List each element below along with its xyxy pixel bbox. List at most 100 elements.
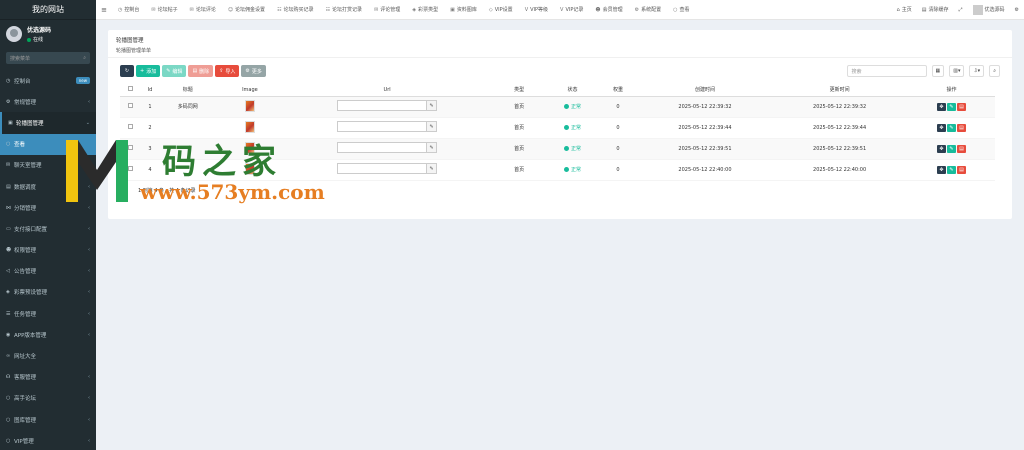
row-edit-button[interactable]: ✎: [946, 123, 956, 132]
sidebar-item[interactable]: ○ 图库管理 ‹: [0, 409, 96, 430]
sidebar-item[interactable]: ○ 查看: [0, 133, 96, 155]
sidebar-item[interactable]: ▭ 支付接口配置 ‹: [0, 218, 96, 239]
sidebar-item[interactable]: ✉ 聊天室管理 ‹: [0, 155, 96, 176]
cell-image[interactable]: [216, 96, 284, 118]
col-url[interactable]: Url: [283, 84, 491, 97]
col-status[interactable]: 状态: [547, 84, 598, 97]
col-created[interactable]: 创建时间: [638, 84, 772, 97]
table-row[interactable]: 4 ✎ 首页 正常 0 2025-05-12 22:40:00 2025-05-12 22:…: [120, 159, 995, 181]
table-row[interactable]: 1 多码同网 ✎ 首页 正常 0 2025-05-12 22:39:32 2025-05-12…: [120, 96, 995, 118]
advanced-search-button[interactable]: ⌕: [989, 65, 1000, 77]
drag-button[interactable]: ✥: [936, 123, 946, 132]
sidebar-item[interactable]: ▤ 数据调度 ‹: [0, 176, 96, 197]
sidebar-item[interactable]: ○ VIP管理 ‹: [0, 430, 96, 450]
col-image[interactable]: Image: [216, 84, 284, 97]
top-tab[interactable]: ☻ 会员管理: [589, 0, 628, 20]
thumbnail-image[interactable]: [244, 99, 255, 112]
row-checkbox[interactable]: [120, 159, 141, 181]
thumbnail-image[interactable]: [244, 141, 255, 154]
col-updated[interactable]: 更新时间: [771, 84, 908, 97]
col-type[interactable]: 类型: [490, 84, 548, 97]
cell-image[interactable]: [216, 159, 284, 181]
toggle-view-button[interactable]: ▦: [931, 65, 945, 77]
edit-button[interactable]: ✎ 编辑: [162, 65, 187, 77]
clear-cache-link[interactable]: ▤ 清除缓存: [917, 6, 954, 14]
col-title[interactable]: 标题: [159, 84, 217, 97]
brand-title[interactable]: 我的网站: [0, 0, 96, 20]
sidebar-search-input[interactable]: 搜索菜单 ⌕: [6, 52, 90, 64]
row-checkbox[interactable]: [120, 138, 141, 160]
row-delete-button[interactable]: ▤: [956, 102, 966, 111]
row-delete-button[interactable]: ▤: [956, 165, 966, 174]
top-tab[interactable]: ✉ 论坛评论: [184, 0, 222, 20]
row-edit-button[interactable]: ✎: [946, 102, 956, 111]
sidebar-item[interactable]: ◉ APP版本管理 ‹: [0, 324, 96, 345]
sidebar-item[interactable]: ◈ 彩票预设管理 ‹: [0, 282, 96, 303]
sidebar-item[interactable]: ⋈ 分销管理 ‹: [0, 197, 96, 218]
top-tab[interactable]: ⚙ 系统配置: [629, 0, 668, 20]
more-button[interactable]: ⚙ 更多: [241, 65, 266, 77]
fullscreen-button[interactable]: ⤢: [953, 7, 967, 13]
top-tab[interactable]: ▣ 资料图库: [444, 0, 483, 20]
home-link[interactable]: ⌂ 主页: [892, 6, 917, 14]
select-all-checkbox[interactable]: [120, 84, 141, 97]
columns-button[interactable]: ▥▾: [949, 65, 965, 77]
cell-image[interactable]: [216, 138, 284, 160]
thumbnail-image[interactable]: [244, 162, 255, 175]
drag-button[interactable]: ✥: [936, 165, 946, 174]
edit-url-button[interactable]: ✎: [427, 100, 438, 111]
columns-icon: ▥▾: [953, 68, 961, 74]
table-row[interactable]: 3 ✎ 首页 正常 0 2025-05-12 22:39:51 2025-05-12 22:…: [120, 138, 995, 160]
row-edit-button[interactable]: ✎: [946, 144, 956, 153]
row-checkbox[interactable]: [120, 117, 141, 139]
row-edit-button[interactable]: ✎: [946, 165, 956, 174]
row-delete-button[interactable]: ▤: [956, 144, 966, 153]
sidebar-item[interactable]: ☊ 客服管理 ‹: [0, 367, 96, 388]
top-tab[interactable]: ☷ 论坛购买记录: [271, 0, 320, 20]
sidebar-item[interactable]: ◁ 公告管理 ‹: [0, 261, 96, 282]
top-tab[interactable]: ✉ 论坛帖子: [145, 0, 183, 20]
top-tab[interactable]: ☷ 论坛打赏记录: [320, 0, 369, 20]
top-tab[interactable]: ◈ 彩票类型: [406, 0, 444, 20]
top-tab[interactable]: ✉ 评论管理: [368, 0, 406, 20]
circle-icon: ○: [6, 141, 11, 148]
top-tab[interactable]: ◇ VIP设置: [483, 0, 519, 20]
drag-button[interactable]: ✥: [936, 144, 946, 153]
edit-url-button[interactable]: ✎: [427, 121, 438, 132]
delete-button[interactable]: ▤ 删除: [188, 65, 214, 77]
table-search-input[interactable]: 搜索: [846, 65, 927, 77]
drag-button[interactable]: ✥: [936, 102, 946, 111]
sidebar-toggle-icon[interactable]: ≡: [96, 6, 112, 14]
top-tab[interactable]: V VIP记录: [554, 0, 589, 20]
edit-url-button[interactable]: ✎: [427, 142, 438, 153]
export-button[interactable]: ⇩▾: [969, 65, 985, 77]
url-input[interactable]: [337, 100, 428, 111]
top-tab[interactable]: ○ 查看: [667, 0, 695, 20]
col-weight[interactable]: 权重: [597, 84, 639, 97]
sidebar-item[interactable]: ⚙ 常规管理 ‹: [0, 91, 96, 112]
sidebar-item[interactable]: ☻ 权限管理 ‹: [0, 240, 96, 261]
import-button[interactable]: ⇪ 导入: [215, 65, 240, 77]
sidebar-item[interactable]: ○ 高手论坛 ‹: [0, 388, 96, 409]
add-button[interactable]: + 添加: [136, 65, 161, 77]
table-row[interactable]: 2 ✎ 首页 正常 0 2025-05-12 22:39:44 2025-05-12 22:…: [120, 117, 995, 139]
sidebar-item[interactable]: ☰ 任务管理 ‹: [0, 303, 96, 324]
settings-button[interactable]: ⚙: [1010, 7, 1024, 13]
col-id[interactable]: Id: [140, 84, 160, 97]
sidebar-item[interactable]: ◷ 控制台 new: [0, 70, 96, 91]
row-checkbox[interactable]: [120, 96, 141, 118]
url-input[interactable]: [337, 163, 428, 174]
refresh-button[interactable]: ↻: [120, 65, 134, 77]
sidebar-item[interactable]: ∞ 网址大全: [0, 345, 96, 366]
top-tab[interactable]: V VIP等级: [519, 0, 554, 20]
user-menu[interactable]: 优选源码: [968, 4, 1010, 15]
sidebar-item[interactable]: ▣ 轮播图管理 ⌄: [0, 112, 96, 134]
url-input[interactable]: [337, 121, 428, 132]
thumbnail-image[interactable]: [244, 120, 255, 133]
edit-url-button[interactable]: ✎: [427, 163, 438, 174]
top-tab[interactable]: ☺ 论坛佣金设置: [222, 0, 271, 20]
url-input[interactable]: [337, 142, 428, 153]
cell-image[interactable]: [216, 117, 284, 139]
row-delete-button[interactable]: ▤: [956, 123, 966, 132]
top-tab[interactable]: ◷ 控制台: [112, 0, 145, 20]
